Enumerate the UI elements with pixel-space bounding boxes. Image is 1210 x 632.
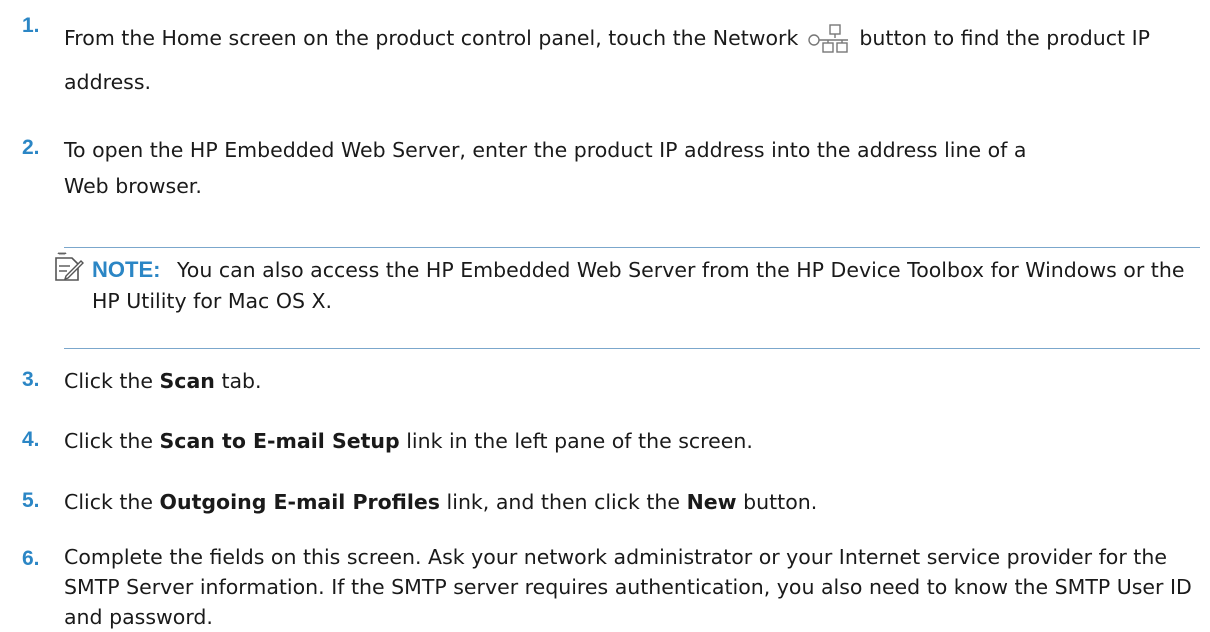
note-body: You can also access the HP Embedded Web … [92,258,1185,313]
step-number: 6. [22,547,40,570]
step-number: 3. [22,368,40,391]
step-text: From the Home screen on the product cont… [64,24,1151,94]
step-text: Click the Scan tab. [64,369,262,393]
step-text: To open the HP Embedded Web Server, ente… [64,138,1027,198]
note-text: NOTE: You can also access the HP Embedde… [92,254,1192,317]
note-label: NOTE: [92,257,161,282]
step-text: Click the Outgoing E-mail Profiles link,… [64,490,818,514]
step-text: Click the Scan to E-mail Setup link in t… [64,429,753,453]
step-text: Complete the fields on this screen. Ask … [64,545,1192,629]
note-icon [55,252,84,281]
step-number: 1. [22,14,40,37]
step-number: 2. [22,136,40,159]
step-number: 5. [22,489,40,512]
step-number: 4. [22,428,40,451]
network-icon [808,24,848,53]
